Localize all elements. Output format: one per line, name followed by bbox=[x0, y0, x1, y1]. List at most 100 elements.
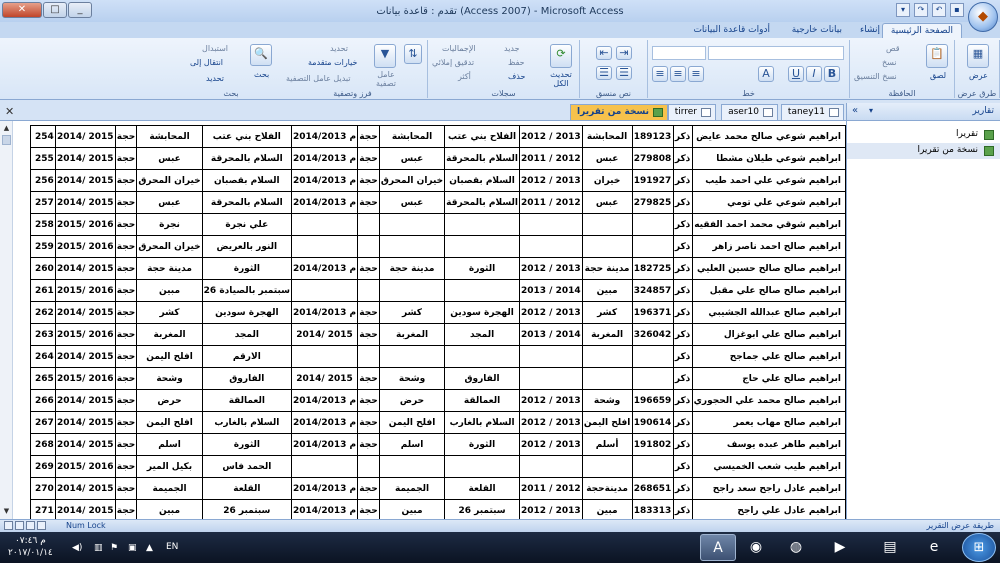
network-icon[interactable]: ▥ bbox=[94, 543, 103, 553]
scroll-up-icon[interactable]: ▲ bbox=[1, 123, 12, 134]
doc-tab-taney11[interactable]: taney11 bbox=[780, 104, 844, 120]
binoculars-icon[interactable]: 🔍 bbox=[250, 44, 272, 66]
align-center-icon[interactable]: ≡ bbox=[670, 66, 686, 82]
layout-view-icon[interactable] bbox=[26, 521, 35, 530]
paste-label[interactable]: لصق bbox=[930, 71, 946, 80]
sort-icon[interactable]: ⇅ bbox=[404, 44, 422, 64]
filter-button-label[interactable]: عامل تصفية bbox=[372, 70, 400, 88]
select-button[interactable]: تحديد bbox=[206, 74, 224, 83]
table-cell: الثورة bbox=[201, 433, 292, 456]
view-icon[interactable]: ▦ bbox=[967, 44, 989, 68]
firefox-taskbar-icon[interactable]: ◍ bbox=[778, 534, 814, 561]
copy-button[interactable]: نسخ bbox=[882, 58, 897, 67]
bold-button[interactable]: B bbox=[824, 66, 840, 82]
table-cell: 2015/ 2016 bbox=[55, 235, 116, 258]
table-cell: خيران bbox=[581, 169, 633, 192]
tab-create[interactable]: إنشاء bbox=[852, 23, 888, 38]
selection-button[interactable]: تحديد bbox=[330, 44, 348, 53]
scroll-down-icon[interactable]: ▼ bbox=[1, 506, 12, 517]
tray-icon[interactable]: ▣ bbox=[128, 543, 137, 553]
undo-icon[interactable]: ↶ bbox=[932, 3, 946, 17]
tab-home[interactable]: الصفحة الرئيسية bbox=[881, 23, 962, 38]
table-cell: خيران المحرق bbox=[136, 235, 203, 258]
format-painter-button[interactable]: نسخ التنسيق bbox=[854, 72, 897, 81]
more-button[interactable]: أكثر bbox=[458, 72, 471, 81]
office-button[interactable]: ◆ bbox=[968, 2, 998, 32]
table-cell: ذكر bbox=[672, 389, 693, 412]
advanced-filter-button[interactable]: خيارات متقدمة bbox=[308, 58, 357, 67]
refresh-button-label[interactable]: تحديث الكل bbox=[544, 70, 578, 88]
table-cell: حجة bbox=[114, 235, 138, 258]
goto-button[interactable]: انتقال إلى bbox=[190, 58, 223, 67]
tab-external-data[interactable]: بيانات خارجية bbox=[784, 23, 850, 38]
print-preview-icon[interactable] bbox=[15, 521, 24, 530]
table-cell: الفلاح بني عتب bbox=[201, 125, 292, 148]
totals-button[interactable]: الإجماليات bbox=[442, 44, 476, 53]
toggle-filter-button[interactable]: تبديل عامل التصفية bbox=[286, 74, 351, 83]
replace-button[interactable]: استبدال bbox=[202, 44, 228, 53]
report-view-icon[interactable] bbox=[4, 521, 13, 530]
save-icon[interactable]: ▪ bbox=[950, 3, 964, 17]
qat-dropdown-icon[interactable]: ▾ bbox=[896, 3, 910, 17]
font-color-icon[interactable]: A bbox=[758, 66, 774, 82]
language-indicator[interactable]: EN bbox=[166, 542, 178, 552]
new-record-button[interactable]: جديد bbox=[504, 44, 520, 53]
bullets-icon[interactable]: ☰ bbox=[616, 66, 632, 80]
table-cell: 196659 bbox=[631, 389, 674, 412]
find-button-label[interactable]: بحث bbox=[254, 70, 269, 79]
collapse-chevron-icon[interactable]: « bbox=[852, 105, 858, 116]
ltr-icon[interactable]: ⇤ bbox=[596, 46, 612, 60]
table-cell: حجة bbox=[114, 499, 138, 519]
delete-record-button[interactable]: حذف bbox=[508, 72, 525, 81]
show-hidden-icon[interactable]: ▲ bbox=[146, 543, 153, 553]
table-cell: ذكر bbox=[672, 323, 693, 346]
clock[interactable]: م ٠٧:٤٦ ٢٠١٧/٠١/١٤ bbox=[8, 535, 53, 559]
scroll-thumb[interactable] bbox=[2, 135, 11, 145]
action-center-icon[interactable]: ⚑ bbox=[110, 543, 118, 553]
design-view-icon[interactable] bbox=[37, 521, 46, 530]
cut-button[interactable]: قص bbox=[886, 44, 900, 53]
student-name-cell: ابراهيم شوعي علي احمد طيب bbox=[691, 169, 846, 192]
chrome-taskbar-icon[interactable]: ◉ bbox=[738, 534, 774, 561]
doc-tab-tirrer[interactable]: tirrer bbox=[667, 104, 716, 120]
underline-button[interactable]: U bbox=[788, 66, 804, 82]
table-cell bbox=[444, 455, 520, 478]
quick-access-toolbar: ▾ ↷ ↶ ▪ bbox=[896, 3, 964, 17]
align-left-icon[interactable]: ≡ bbox=[688, 66, 704, 82]
table-cell: السلام بالغارب bbox=[201, 411, 292, 434]
spelling-button[interactable]: تدقيق إملائي bbox=[432, 58, 474, 67]
doc-tab-aser10[interactable]: aser10 bbox=[721, 104, 778, 120]
paste-icon[interactable]: 📋 bbox=[926, 44, 948, 68]
rtl-icon[interactable]: ⇥ bbox=[616, 46, 632, 60]
nav-header[interactable]: « ▾ تقارير bbox=[847, 103, 1000, 121]
table-cell bbox=[444, 345, 520, 368]
nav-item-report-copy[interactable]: نسخة من تقريرا bbox=[847, 143, 1000, 159]
doc-tab-report-copy[interactable]: نسخة من تقريرا bbox=[570, 104, 668, 120]
align-right-icon[interactable]: ≡ bbox=[652, 66, 668, 82]
vertical-scrollbar[interactable]: ▲ ▼ bbox=[0, 121, 13, 519]
nav-item-report1[interactable]: تقريرا bbox=[847, 127, 1000, 143]
font-size-box[interactable] bbox=[652, 46, 706, 60]
italic-button[interactable]: I bbox=[806, 66, 822, 82]
volume-icon[interactable]: ◀) bbox=[72, 543, 82, 553]
table-cell: المغربة bbox=[136, 323, 203, 346]
tab-database-tools[interactable]: أدوات قاعدة البيانات bbox=[685, 23, 778, 38]
filter-icon[interactable]: ▼ bbox=[374, 44, 396, 68]
save-record-button[interactable]: حفظ bbox=[508, 58, 525, 67]
start-button[interactable]: ⊞ bbox=[962, 533, 996, 562]
font-name-box[interactable] bbox=[708, 46, 844, 60]
nav-dropdown-icon[interactable]: ▾ bbox=[869, 106, 873, 115]
table-cell: 2014/ 2015 bbox=[55, 389, 116, 412]
refresh-icon[interactable]: ⟳ bbox=[550, 44, 572, 68]
table-cell: حجة bbox=[357, 257, 380, 280]
numbering-icon[interactable]: ☰ bbox=[596, 66, 612, 80]
close-document-icon[interactable]: ✕ bbox=[5, 105, 14, 118]
student-name-cell: ابراهيم صالح مهاب يعمر bbox=[691, 411, 846, 434]
redo-icon[interactable]: ↷ bbox=[914, 3, 928, 17]
ie-taskbar-icon[interactable]: e bbox=[916, 534, 952, 561]
media-player-taskbar-icon[interactable]: ▶ bbox=[822, 534, 858, 561]
view-button-label[interactable]: عرض bbox=[969, 71, 988, 80]
access-taskbar-icon[interactable]: A bbox=[700, 534, 736, 561]
explorer-taskbar-icon[interactable]: ▤ bbox=[872, 534, 908, 561]
table-cell: حجة bbox=[114, 477, 138, 500]
